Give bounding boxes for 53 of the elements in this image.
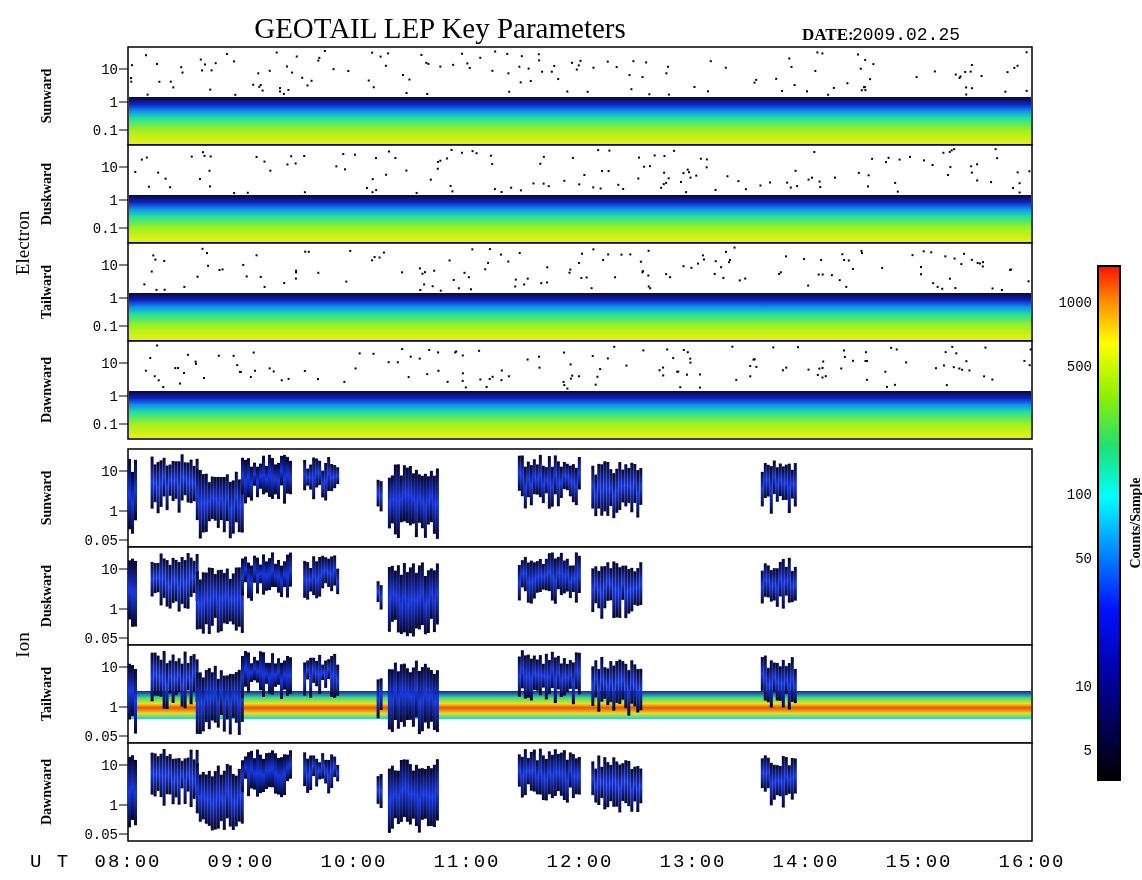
- x-tick-label: 14:00: [772, 851, 840, 873]
- y-tick-label: 1: [109, 193, 118, 209]
- x-tick-label: 16:00: [998, 851, 1066, 873]
- colorbar-tick-label: 50: [1075, 551, 1092, 567]
- y-tick-label: 0.05: [84, 827, 118, 843]
- x-tick-label: 10:00: [320, 851, 388, 873]
- y-tick-label: 0.1: [92, 221, 118, 237]
- x-tick-label: 08:00: [94, 851, 162, 873]
- panel-label: Tailward: [39, 265, 54, 319]
- x-tick-label: 12:00: [546, 851, 614, 873]
- colorbar-tick-label: 100: [1066, 487, 1092, 503]
- y-tick-label: 0.05: [84, 631, 118, 647]
- x-tick-label: 09:00: [207, 851, 275, 873]
- colorbar-tick-label: 500: [1066, 359, 1092, 375]
- y-tick-label: 0.1: [92, 123, 118, 139]
- panel-label: Duskward: [39, 564, 54, 628]
- panel-label: Dawnward: [39, 356, 54, 424]
- y-tick-label: 10: [101, 464, 118, 480]
- y-tick-label: 10: [101, 258, 118, 274]
- y-tick-label: 0.1: [92, 417, 118, 433]
- x-tick-label: 13:00: [659, 851, 727, 873]
- y-tick-label: 10: [101, 160, 118, 176]
- group-label: Electron: [12, 210, 33, 276]
- date-label: DATE:: [802, 25, 854, 44]
- colorbar-tick-label: 10: [1075, 679, 1092, 695]
- y-tick-label: 0.1: [92, 319, 118, 335]
- panel-label: Sunward: [39, 68, 54, 124]
- colorbar-tick-label: 1000: [1058, 295, 1092, 311]
- date-value: 2009.02.25: [852, 25, 961, 45]
- y-tick-label: 1: [109, 291, 118, 307]
- panel-label: Duskward: [39, 162, 54, 226]
- colorbar-tick-label: 5: [1083, 743, 1092, 759]
- y-tick-label: 10: [101, 62, 118, 78]
- y-tick-label: 1: [109, 389, 118, 405]
- y-tick-label: 10: [101, 562, 118, 578]
- y-tick-label: 10: [101, 660, 118, 676]
- panel-label: Tailward: [39, 667, 54, 721]
- x-tick-label: 11:00: [433, 851, 501, 873]
- y-tick-label: 1: [109, 700, 118, 716]
- y-tick-label: 0.05: [84, 729, 118, 745]
- y-tick-label: 0.05: [84, 533, 118, 549]
- y-tick-label: 1: [109, 602, 118, 618]
- x-axis-label: U T: [30, 851, 71, 873]
- y-tick-label: 10: [101, 356, 118, 372]
- panel-label: Sunward: [39, 470, 54, 526]
- group-label: Ion: [12, 632, 33, 658]
- plot-title: GEOTAIL LEP Key Parameters: [254, 12, 626, 44]
- y-tick-label: 1: [109, 504, 118, 520]
- panel-label: Dawnward: [39, 758, 54, 826]
- y-tick-label: 1: [109, 798, 118, 814]
- y-tick-label: 10: [101, 758, 118, 774]
- y-tick-label: 1: [109, 95, 118, 111]
- x-tick-label: 15:00: [885, 851, 953, 873]
